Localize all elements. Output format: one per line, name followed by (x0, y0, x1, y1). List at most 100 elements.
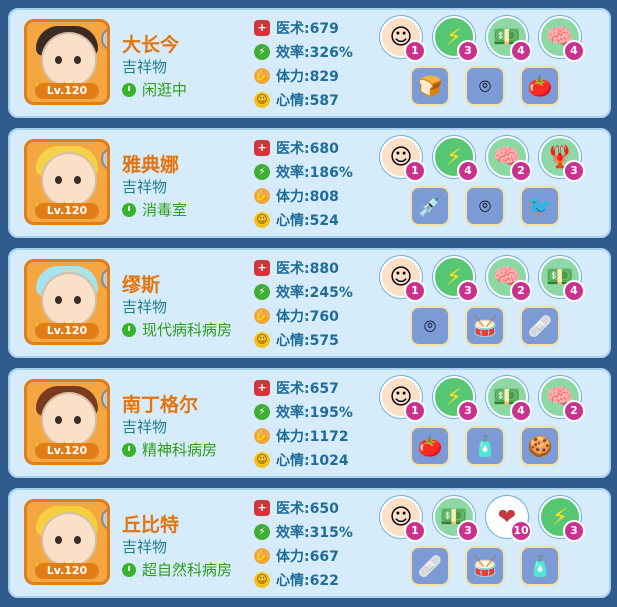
quality-badge: 全 (101, 27, 107, 51)
stat-mood: ☺ 心情:575 (254, 328, 353, 352)
lightning-icon[interactable]: ⚡ 3 (433, 16, 479, 62)
bracelet-icon[interactable]: ⌾ (465, 186, 505, 226)
location-label: 消毒室 (142, 201, 188, 219)
lightning-icon[interactable]: ⚡ 3 (433, 256, 479, 302)
mascot-portrait[interactable]: ★★★★★ Lv.120 全 (24, 259, 110, 345)
item-row: 🩹 🥁 🧴 (410, 546, 575, 586)
lightning-icon[interactable]: ⚡ 3 (433, 376, 479, 422)
stat-medicine: + 医术:880 (254, 256, 353, 280)
skill-level-badge: 1 (404, 280, 426, 302)
mascot-card[interactable]: ★★★★★ Lv.120 全 丘比特 吉祥物 超自然科病房 +医术:650 ⚡效… (8, 488, 611, 598)
item-row: ⌾ 🥁 🩹 (410, 306, 575, 346)
stat-medicine: + 医术:680 (254, 136, 353, 160)
mascot-type: 吉祥物 (122, 418, 168, 436)
quality-badge: 全 (101, 387, 107, 411)
bandage-icon[interactable]: 🩹 (410, 546, 450, 586)
mascot-name: 丘比特 (122, 514, 180, 536)
bracelet-icon[interactable]: ⌾ (410, 306, 450, 346)
clock-icon (122, 82, 136, 97)
brain-icon[interactable]: 🧠 2 (539, 376, 585, 422)
clock-icon (122, 562, 136, 577)
skill-level-badge: 1 (404, 520, 426, 542)
skill-level-badge: 4 (510, 400, 532, 422)
location-label: 闲逛中 (142, 81, 188, 99)
mascot-name: 雅典娜 (122, 154, 180, 176)
brain-icon[interactable]: 🧠 2 (486, 256, 532, 302)
skill-level-badge: 3 (457, 280, 479, 302)
quality-badge: 全 (101, 507, 107, 531)
mascot-portrait[interactable]: ★★★★★ Lv.120 全 (24, 139, 110, 225)
wood-icon[interactable]: ❤ 10 (486, 496, 532, 542)
money-icon[interactable]: 💵 3 (433, 496, 479, 542)
skill-level-badge: 2 (510, 160, 532, 182)
syringe-icon[interactable]: 💉 (410, 186, 450, 226)
skill-level-badge: 4 (510, 40, 532, 62)
stat-stamina: 💪 体力:808 (254, 188, 339, 205)
lobster-icon[interactable]: 🦞 3 (539, 136, 585, 182)
drum-icon[interactable]: 🥁 (465, 306, 505, 346)
lightning-icon[interactable]: ⚡ 3 (539, 496, 585, 542)
skill-level-badge: 2 (510, 280, 532, 302)
location-label: 现代病科病房 (142, 321, 233, 339)
clock-icon (122, 322, 136, 337)
mascot-location: 现代病科病房 (122, 319, 232, 340)
mascot-portrait[interactable]: ★★★★★ Lv.120 全 (24, 499, 110, 585)
skill-level-badge: 3 (563, 520, 585, 542)
money-icon[interactable]: 💵 4 (486, 16, 532, 62)
bandage-icon[interactable]: 🩹 (520, 306, 560, 346)
stat-efficiency: ⚡ 效率:315% (254, 520, 353, 544)
bottle-icon[interactable]: 🧴 (465, 426, 505, 466)
money-icon[interactable]: 💵 4 (486, 376, 532, 422)
medical-book-icon: + (254, 380, 270, 396)
tomato-icon[interactable]: 🍅 (410, 426, 450, 466)
skill-row: ☺ 1 ⚡ 4 🧠 2 🦞 3 (380, 136, 592, 182)
medical-book-icon: + (254, 140, 270, 156)
skill-level-badge: 3 (563, 160, 585, 182)
bottle-icon[interactable]: 🧴 (520, 546, 560, 586)
avatar-icon[interactable]: ☺ 1 (380, 376, 426, 422)
money-icon[interactable]: 💵 4 (539, 256, 585, 302)
skill-row: ☺ 1 💵 3 ❤ 10 ⚡ 3 (380, 496, 592, 542)
tomato-icon[interactable]: 🍅 (520, 66, 560, 106)
stats-panel: + 医术:880 ⚡ 效率:245% 💪 体力:760 ☺ 心情:575 (254, 256, 353, 352)
brain-icon[interactable]: 🧠 2 (486, 136, 532, 182)
drum-icon[interactable]: 🥁 (465, 546, 505, 586)
stat-efficiency: ⚡ 效率:186% (254, 160, 353, 184)
mascot-portrait[interactable]: ★★★★★ Lv.120 全 (24, 19, 110, 105)
smiley-icon: ☺ (254, 212, 270, 228)
clock-icon (122, 442, 136, 457)
level-label: Lv.120 (35, 323, 99, 339)
medical-book-icon: + (254, 260, 270, 276)
mascot-type: 吉祥物 (122, 58, 168, 76)
muscle-icon: 💪 (254, 548, 270, 564)
mascot-portrait[interactable]: ★★★★★ Lv.120 全 (24, 379, 110, 465)
mascot-name: 大长今 (122, 34, 180, 56)
lightning-icon[interactable]: ⚡ 4 (433, 136, 479, 182)
skill-row: ☺ 1 ⚡ 3 💵 4 🧠 4 (380, 16, 592, 62)
smiley-icon: ☺ (254, 92, 270, 108)
mascot-location: 超自然科病房 (122, 559, 232, 580)
avatar-icon[interactable]: ☺ 1 (380, 136, 426, 182)
brain-icon[interactable]: 🧠 4 (539, 16, 585, 62)
mascot-card[interactable]: ★★★★★ Lv.120 全 缪斯 吉祥物 现代病科病房 +医术:880 ⚡效率… (8, 248, 611, 358)
avatar-icon[interactable]: ☺ 1 (380, 256, 426, 302)
stat-efficiency: ⚡ 效率:245% (254, 280, 353, 304)
stat-mood: ☺ 心情:587 (254, 88, 353, 112)
bread-icon[interactable]: 🍞 (410, 66, 450, 106)
mascot-card[interactable]: ★★★★★ Lv.120 全 大长今 吉祥物 闲逛中 +医术:679 ⚡效率:3… (8, 8, 611, 118)
muscle-icon: 💪 (254, 188, 270, 204)
avatar-icon[interactable]: ☺ 1 (380, 16, 426, 62)
stats-panel: + 医术:679 ⚡ 效率:326% 💪 体力:829 ☺ 心情:587 (254, 16, 353, 112)
mascot-card[interactable]: ★★★★★ Lv.120 全 南丁格尔 吉祥物 精神科病房 +医术:657 ⚡效… (8, 368, 611, 478)
parrot-icon[interactable]: 🐦 (520, 186, 560, 226)
stat-medicine: + 医术:679 (254, 16, 353, 40)
skill-level-badge: 2 (563, 400, 585, 422)
gingerbread-icon[interactable]: 🍪 (520, 426, 560, 466)
stat-mood: ☺ 心情:622 (254, 568, 353, 592)
lightning-small-icon: ⚡ (254, 284, 270, 300)
skill-level-badge: 1 (404, 400, 426, 422)
bracelet-icon[interactable]: ⌾ (465, 66, 505, 106)
avatar-icon[interactable]: ☺ 1 (380, 496, 426, 542)
mascot-card[interactable]: ★★★★★ Lv.120 全 雅典娜 吉祥物 消毒室 +医术:680 ⚡效率:1… (8, 128, 611, 238)
stat-stamina: 💪 体力:829 (254, 68, 339, 85)
